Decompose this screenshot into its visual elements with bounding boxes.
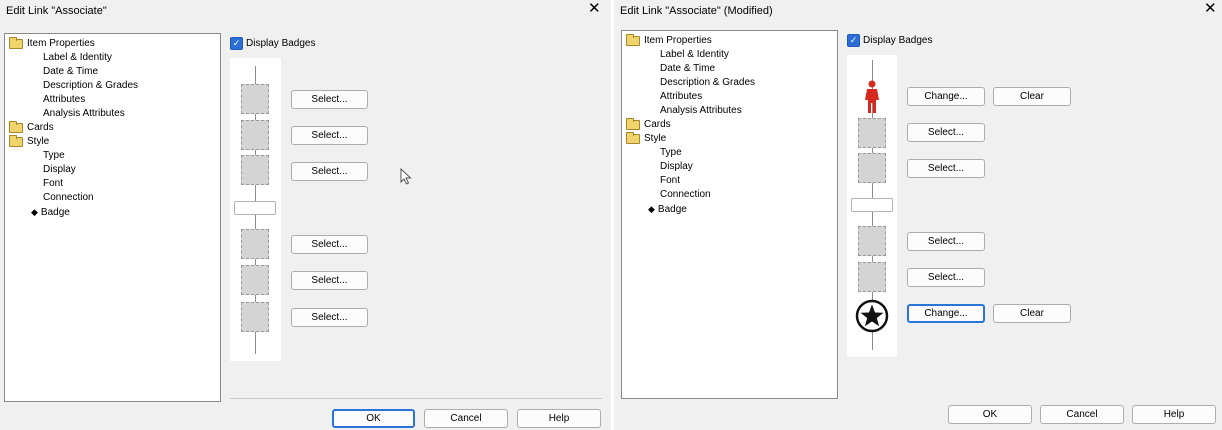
tree-item-description-grades[interactable]: Description & Grades: [660, 76, 755, 90]
tree-item-description-grades[interactable]: Description & Grades: [43, 79, 138, 93]
select-badge-button[interactable]: Select...: [291, 126, 368, 145]
tree-item-analysis-attributes[interactable]: Analysis Attributes: [660, 104, 742, 118]
badge-slot[interactable]: [858, 226, 886, 256]
badge-slot[interactable]: [241, 229, 269, 259]
link-label-placeholder: [234, 201, 276, 215]
cancel-button[interactable]: Cancel: [1040, 405, 1124, 424]
badge-slot[interactable]: [241, 155, 269, 185]
tree-item-type[interactable]: Type: [660, 146, 682, 160]
select-badge-button[interactable]: Select...: [291, 308, 368, 327]
tree-item-attributes[interactable]: Attributes: [660, 90, 702, 104]
folder-icon: [9, 121, 23, 133]
folder-open-icon: [626, 132, 640, 144]
property-tree: Item Properties Label & Identity Date & …: [4, 33, 221, 402]
display-badges-toggle[interactable]: ✓ Display Badges: [230, 37, 315, 50]
tree-item-type[interactable]: Type: [43, 149, 65, 163]
change-badge-button[interactable]: Change...: [907, 304, 985, 323]
folder-icon: [626, 118, 640, 130]
tree-item-properties[interactable]: Item Properties: [626, 34, 712, 48]
selected-diamond-icon: ◆: [648, 204, 655, 214]
tree-item-date-time[interactable]: Date & Time: [43, 65, 98, 79]
close-icon[interactable]: ✕: [1204, 1, 1217, 17]
close-icon[interactable]: ✕: [588, 1, 601, 17]
tree-item-style[interactable]: Style: [626, 132, 666, 146]
checkbox-checked-icon[interactable]: ✓: [230, 37, 243, 50]
tree-item-display[interactable]: Display: [660, 160, 693, 174]
cancel-button[interactable]: Cancel: [424, 409, 508, 428]
tree-item-cards[interactable]: Cards: [626, 118, 671, 132]
dialog-title: Edit Link "Associate" (Modified): [620, 5, 773, 17]
folder-open-icon: [626, 34, 640, 46]
tree-item-font[interactable]: Font: [660, 174, 680, 188]
select-badge-button[interactable]: Select...: [291, 162, 368, 181]
help-button[interactable]: Help: [1132, 405, 1216, 424]
tree-item-badge[interactable]: ◆ Badge: [31, 205, 70, 220]
clear-badge-button[interactable]: Clear: [993, 304, 1071, 323]
tree-item-display[interactable]: Display: [43, 163, 76, 177]
star-badge-icon[interactable]: [855, 299, 889, 333]
tree-item-badge[interactable]: ◆ Badge: [648, 202, 687, 217]
select-badge-button[interactable]: Select...: [907, 268, 985, 287]
clear-badge-button[interactable]: Clear: [993, 87, 1071, 106]
badge-slot[interactable]: [858, 262, 886, 292]
tree-item-label-identity[interactable]: Label & Identity: [660, 48, 729, 62]
badge-slot[interactable]: [858, 153, 886, 183]
tree-item-date-time[interactable]: Date & Time: [660, 62, 715, 76]
edit-link-dialog-modified: Edit Link "Associate" (Modified) ✕ Item …: [614, 0, 1222, 430]
badge-slot[interactable]: [241, 265, 269, 295]
ok-button[interactable]: OK: [332, 409, 415, 428]
badge-slot[interactable]: [241, 302, 269, 332]
tree-item-font[interactable]: Font: [43, 177, 63, 191]
ok-button[interactable]: OK: [948, 405, 1032, 424]
tree-item-label-identity[interactable]: Label & Identity: [43, 51, 112, 65]
change-badge-button[interactable]: Change...: [907, 87, 985, 106]
checkbox-checked-icon[interactable]: ✓: [847, 34, 860, 47]
folder-open-icon: [9, 135, 23, 147]
select-badge-button[interactable]: Select...: [907, 123, 985, 142]
tree-item-properties[interactable]: Item Properties: [9, 37, 95, 51]
dialog-title: Edit Link "Associate": [6, 5, 107, 17]
mouse-cursor-icon: [400, 168, 412, 185]
help-button[interactable]: Help: [517, 409, 601, 428]
display-badges-label: Display Badges: [863, 35, 933, 46]
tree-item-analysis-attributes[interactable]: Analysis Attributes: [43, 107, 125, 121]
tree-item-style[interactable]: Style: [9, 135, 49, 149]
link-label-placeholder: [851, 198, 893, 212]
folder-open-icon: [9, 37, 23, 49]
badge-slot[interactable]: [858, 118, 886, 148]
select-badge-button[interactable]: Select...: [291, 235, 368, 254]
badge-slot[interactable]: [241, 120, 269, 150]
person-badge-icon[interactable]: [862, 80, 882, 114]
tree-item-connection[interactable]: Connection: [43, 191, 94, 205]
select-badge-button[interactable]: Select...: [291, 271, 368, 290]
footer-separator: [230, 398, 602, 399]
tree-item-attributes[interactable]: Attributes: [43, 93, 85, 107]
badge-preview-panel: [847, 55, 897, 357]
edit-link-dialog-original: Edit Link "Associate" ✕ Item Properties …: [0, 0, 611, 430]
tree-item-cards[interactable]: Cards: [9, 121, 54, 135]
select-badge-button[interactable]: Select...: [291, 90, 368, 109]
display-badges-label: Display Badges: [246, 38, 316, 49]
property-tree: Item Properties Label & Identity Date & …: [621, 30, 838, 399]
tree-item-connection[interactable]: Connection: [660, 188, 711, 202]
select-badge-button[interactable]: Select...: [907, 232, 985, 251]
selected-diamond-icon: ◆: [31, 207, 38, 217]
badge-slot[interactable]: [241, 84, 269, 114]
display-badges-toggle[interactable]: ✓ Display Badges: [847, 34, 932, 47]
badge-preview-panel: [230, 58, 281, 361]
select-badge-button[interactable]: Select...: [907, 159, 985, 178]
